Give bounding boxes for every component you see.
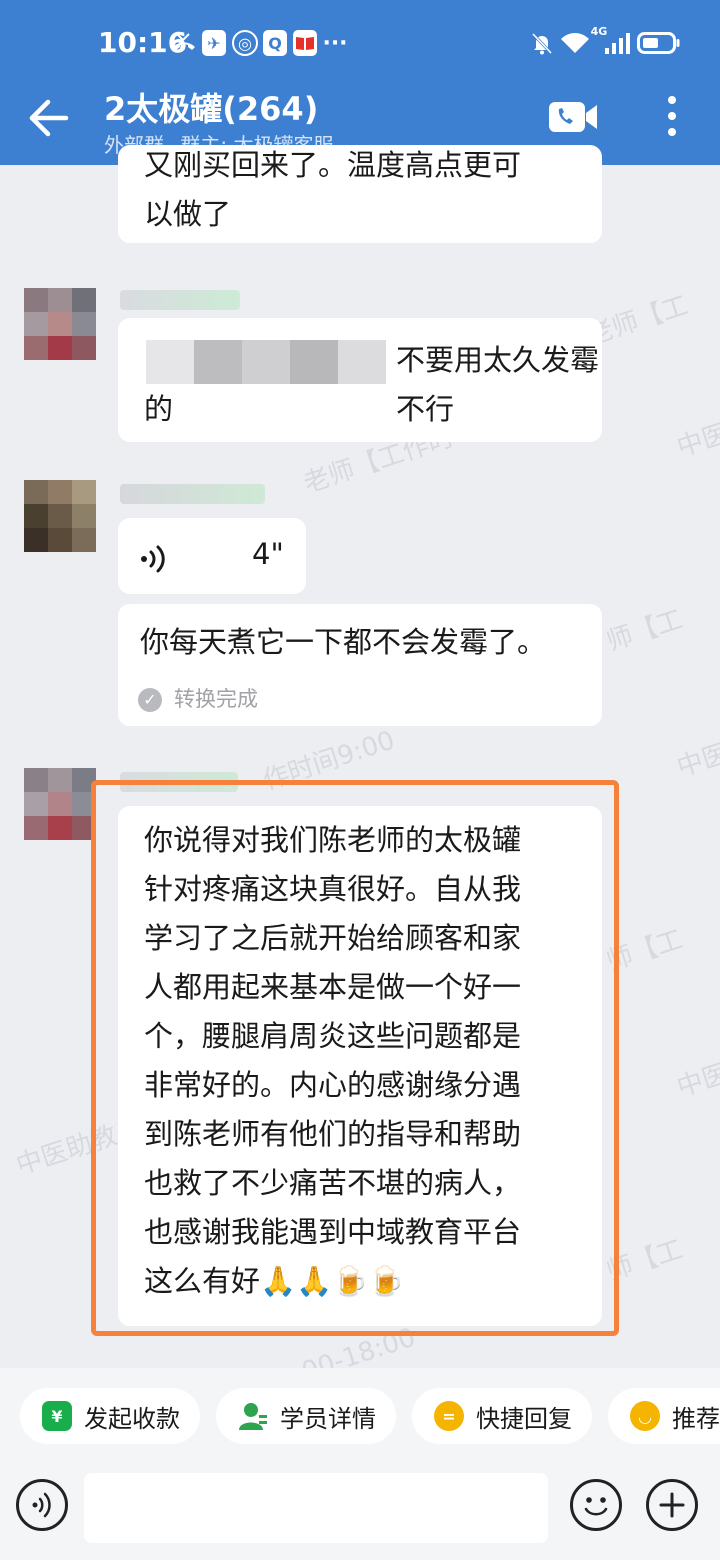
book-app-icon [293,30,317,56]
student-profile-icon [238,1401,268,1431]
transcription-bubble[interactable]: 你每天煮它一下都不会发霉了。 ✓ 转换完成 [118,604,602,726]
avatar[interactable] [24,768,96,840]
video-call-icon[interactable] [548,100,598,134]
highlight-frame [91,780,619,1336]
message-bubble[interactable]: 不要用太久发霉不行 的 [118,318,602,442]
message-text-line: 不要用太久发霉不行 [396,343,600,426]
plus-icon[interactable] [646,1479,698,1531]
search-app-icon: Q [263,30,287,56]
quick-action-student-button[interactable]: 学员详情 [216,1388,396,1444]
app-icon: ✈ [202,30,226,56]
message-text-line: 的 [144,392,174,426]
voice-message-bubble[interactable]: 4" [118,518,306,594]
message-text-line: 以做了 [144,197,232,231]
quick-actions-bar: ¥ 发起收款 学员详情 = 快捷回复 ◡ 推荐 [0,1368,720,1466]
transcription-text: 你每天煮它一下都不会发霉了。 [140,625,547,659]
message-text-line: 又刚买回来了。温度高点更可 [144,148,522,182]
recommend-icon: ◡ [630,1401,660,1431]
mute-bell-icon [529,30,555,56]
more-dots-icon: ··· [322,30,348,56]
avatar[interactable] [24,288,96,360]
quick-action-label: 发起收款 [84,1404,180,1433]
quick-action-label: 学员详情 [280,1404,376,1433]
quick-action-recommend-button[interactable]: ◡ 推荐 [608,1388,720,1444]
voice-duration: 4" [252,537,284,571]
app-header: 10:16 ✈ ◎ Q ··· 4G 2太极罐(264) 外部群 [0,0,720,165]
avatar[interactable] [24,480,96,552]
watermark-text: 师【工 [603,604,687,658]
chat-title: 2太极罐(264) [104,90,319,128]
quick-action-label: 快捷回复 [476,1404,572,1433]
voice-input-icon[interactable] [16,1479,68,1531]
transcription-status: 转换完成 [174,687,258,711]
browser-icon: ◎ [232,30,258,56]
quick-reply-icon: = [434,1401,464,1431]
battery-icon [637,30,681,56]
message-bubble[interactable]: 又刚买回来了。温度高点更可 以做了 [118,145,602,243]
payment-shield-icon: ¥ [42,1401,72,1431]
watermark-text: 中医 [673,1058,720,1104]
emoji-icon[interactable] [570,1479,622,1531]
missed-call-icon [170,30,198,56]
quick-action-reply-button[interactable]: = 快捷回复 [412,1388,592,1444]
back-arrow-icon[interactable] [26,98,70,138]
quick-action-label: 推荐 [672,1404,720,1433]
wifi-icon [560,30,590,56]
signal-icon [604,30,630,56]
more-vertical-icon[interactable] [658,94,686,138]
sender-name-blurred [120,290,240,310]
watermark-text: 中医 [673,738,720,784]
status-bar: 10:16 ✈ ◎ Q ··· 4G [0,0,720,80]
quick-action-payment-button[interactable]: ¥ 发起收款 [20,1388,200,1444]
voice-wave-icon [140,540,168,573]
watermark-text: 中医 [673,418,720,464]
blurred-text [146,340,386,384]
check-circle-icon: ✓ [138,688,162,712]
message-input[interactable] [84,1473,548,1543]
sender-name-blurred [120,484,265,504]
